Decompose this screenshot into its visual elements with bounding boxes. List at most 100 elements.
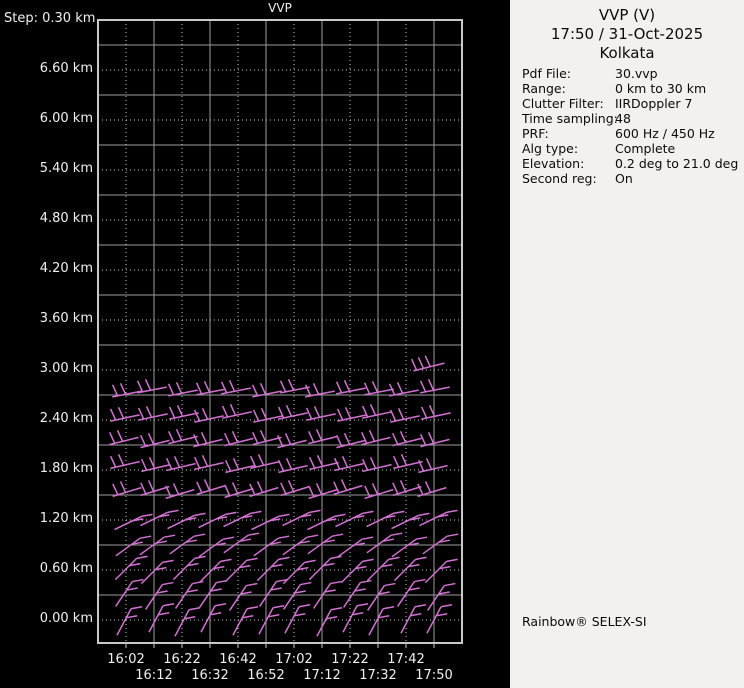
wind-barb: [417, 481, 447, 498]
wind-barb-stroke: [111, 384, 119, 397]
wind-barb-stroke: [368, 430, 376, 442]
wind-barb: [366, 532, 403, 554]
wind-barb-stroke: [145, 406, 153, 418]
wind-barb-stroke: [341, 456, 349, 468]
wind-barb-stroke: [140, 482, 147, 495]
wind-barb-stroke: [444, 582, 456, 587]
wind-barb-stroke: [393, 558, 417, 582]
wind-barb-stroke: [315, 483, 323, 495]
wind-barb-stroke: [287, 378, 295, 391]
info-field-label: Clutter Filter:: [522, 96, 604, 111]
y-axis-label: 6.60 km: [39, 61, 93, 76]
wind-barb-stroke: [278, 556, 290, 561]
wind-barb: [198, 558, 232, 584]
wind-barb-stroke: [201, 455, 209, 467]
wind-barb-stroke: [259, 382, 267, 395]
y-axis-label: 1.80 km: [39, 461, 93, 476]
wind-barb: [193, 432, 223, 448]
wind-barb-stroke: [172, 557, 196, 581]
wind-barb-stroke: [272, 605, 285, 609]
wind-barb: [249, 481, 279, 498]
product-datetime: 17:50 / 31-Oct-2025: [550, 25, 704, 43]
wind-barb-stroke: [393, 510, 405, 515]
x-axis-label: 17:42: [387, 652, 425, 667]
wind-barb: [228, 582, 258, 611]
wind-barb-stroke: [392, 482, 399, 495]
wind-barb: [392, 454, 423, 470]
chart-title: VVP: [268, 1, 292, 15]
x-axis-label: 17:02: [275, 652, 313, 667]
wind-barb-stroke: [424, 560, 448, 584]
wind-barb-stroke: [248, 532, 260, 536]
wind-barb-stroke: [148, 605, 164, 633]
wind-barb: [249, 454, 280, 470]
wind-barb-stroke: [130, 606, 143, 610]
info-field-label: Time sampling:: [522, 111, 618, 126]
wind-barb-stroke: [334, 513, 346, 518]
wind-barb-stroke: [112, 483, 119, 496]
wind-barb-stroke: [285, 458, 293, 470]
wind-barb: [114, 555, 148, 581]
info-field-value: 30.vvp: [615, 66, 658, 81]
wind-barb-stroke: [282, 584, 302, 610]
wind-barb: [251, 513, 290, 531]
wind-barb-stroke: [269, 518, 281, 522]
wind-barb-stroke: [109, 455, 117, 468]
product-title: VVP (V): [598, 6, 656, 24]
wind-barb: [167, 381, 198, 397]
wind-barb-stroke: [278, 535, 290, 539]
wind-barb: [144, 581, 174, 610]
info-field-value: 0.2 deg to 21.0 deg: [615, 156, 739, 171]
y-axis-label: 1.20 km: [39, 511, 93, 526]
info-field: Clutter Filter: IIRDoppler 7: [522, 96, 744, 111]
info-field-label: PRF:: [522, 126, 549, 141]
y-axis-label: 4.20 km: [39, 261, 93, 276]
x-axis-label: 16:22: [163, 652, 201, 667]
wind-barb: [148, 603, 175, 633]
wind-barb-stroke: [147, 433, 155, 445]
wind-barb-stroke: [362, 558, 374, 563]
wind-barb: [400, 604, 427, 634]
wind-barb: [232, 606, 259, 636]
wind-barb-stroke: [246, 606, 259, 610]
x-axis-label: 16:02: [107, 652, 145, 667]
wind-barb: [308, 429, 338, 445]
wind-barb-stroke: [167, 509, 179, 514]
wind-barb: [198, 579, 228, 608]
wind-barb-stroke: [400, 454, 408, 466]
wind-barb: [316, 607, 343, 637]
wind-barb-stroke: [356, 603, 369, 607]
wind-barb: [200, 603, 227, 633]
info-field-value: 48: [615, 111, 631, 126]
wind-barb-stroke: [139, 536, 165, 556]
wind-barb-stroke: [119, 382, 127, 395]
wind-barb: [420, 432, 450, 448]
wind-barb-stroke: [307, 534, 319, 538]
wind-barb-stroke: [256, 558, 280, 582]
wind-barb-stroke: [168, 406, 176, 419]
wind-barb: [112, 481, 142, 498]
wind-barb-stroke: [194, 555, 206, 560]
wind-barb-stroke: [389, 409, 397, 422]
wind-barb-stroke: [224, 484, 231, 497]
wind-barb-stroke: [162, 581, 174, 586]
wind-barb: [366, 556, 400, 582]
wind-barb: [410, 355, 445, 372]
wind-barb: [109, 454, 140, 470]
wind-barb-stroke: [337, 538, 363, 558]
wind-barb: [165, 456, 196, 472]
time-height-plot: [97, 19, 463, 648]
wind-barb-stroke: [369, 404, 377, 416]
info-field-value: Complete: [615, 141, 676, 156]
wind-barb-stroke: [140, 561, 164, 585]
wind-barb-stroke: [200, 432, 208, 444]
wind-barb: [168, 405, 199, 420]
wind-barb: [333, 479, 363, 496]
wind-barb-stroke: [252, 409, 260, 422]
wind-barb-stroke: [308, 431, 315, 443]
wind-barb: [253, 535, 290, 557]
wind-barb-stroke: [176, 405, 184, 417]
wind-barb: [196, 479, 226, 496]
wind-barb-stroke: [418, 512, 430, 517]
wind-barb: [391, 536, 428, 558]
